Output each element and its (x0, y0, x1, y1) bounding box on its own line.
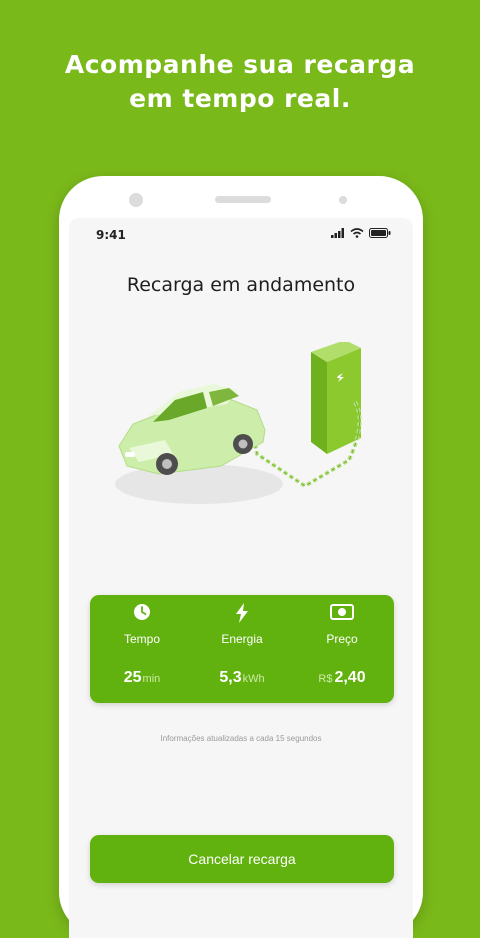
stat-energia: Energia 5,3kWh (192, 595, 292, 703)
proximity-sensor (339, 196, 347, 204)
earpiece-speaker (215, 196, 271, 203)
stat-value: 5,3kWh (219, 669, 265, 686)
status-icons (331, 228, 391, 238)
app-screen: 9:41 Recarga em andamento Tempo 25min En… (69, 218, 413, 938)
wifi-icon (350, 228, 364, 238)
cash-icon (330, 604, 354, 620)
cancel-charging-button[interactable]: Cancelar recarga (90, 835, 394, 883)
charging-station-icon (311, 342, 361, 454)
battery-icon (369, 228, 391, 238)
stat-label: Tempo (123, 632, 161, 646)
lightning-icon (236, 603, 248, 623)
phone-frame: 9:41 Recarga em andamento Tempo 25min En… (59, 176, 423, 938)
promo-line-1: Acompanhe sua recarga (64, 50, 416, 79)
car-charging-illustration (115, 342, 362, 504)
stat-currency: R$ (318, 673, 333, 685)
stat-tempo: Tempo 25min (92, 595, 192, 703)
stat-preco: Preço R$ 2,40 (292, 595, 392, 703)
charging-stats-card: Tempo 25min Energia 5,3kWh Preço R$ 2,40 (90, 595, 394, 703)
stat-value: R$ 2,40 (318, 669, 366, 686)
front-camera (129, 193, 143, 207)
electric-car-icon (118, 384, 266, 475)
stat-value: 25min (123, 669, 161, 686)
stat-label: Preço (326, 632, 358, 646)
stat-unit: min (142, 673, 161, 685)
update-note: Informações atualizadas a cada 15 segund… (160, 734, 322, 743)
signal-icon (331, 228, 344, 238)
stat-unit: kWh (242, 673, 265, 685)
promo-headline: Acompanhe sua recarga em tempo real. (0, 48, 480, 116)
status-time: 9:41 (96, 228, 126, 242)
clock-icon (134, 604, 150, 620)
screen-title: Recarga em andamento (126, 274, 356, 296)
promo-line-2: em tempo real. (129, 84, 351, 113)
stat-label: Energia (221, 632, 263, 646)
